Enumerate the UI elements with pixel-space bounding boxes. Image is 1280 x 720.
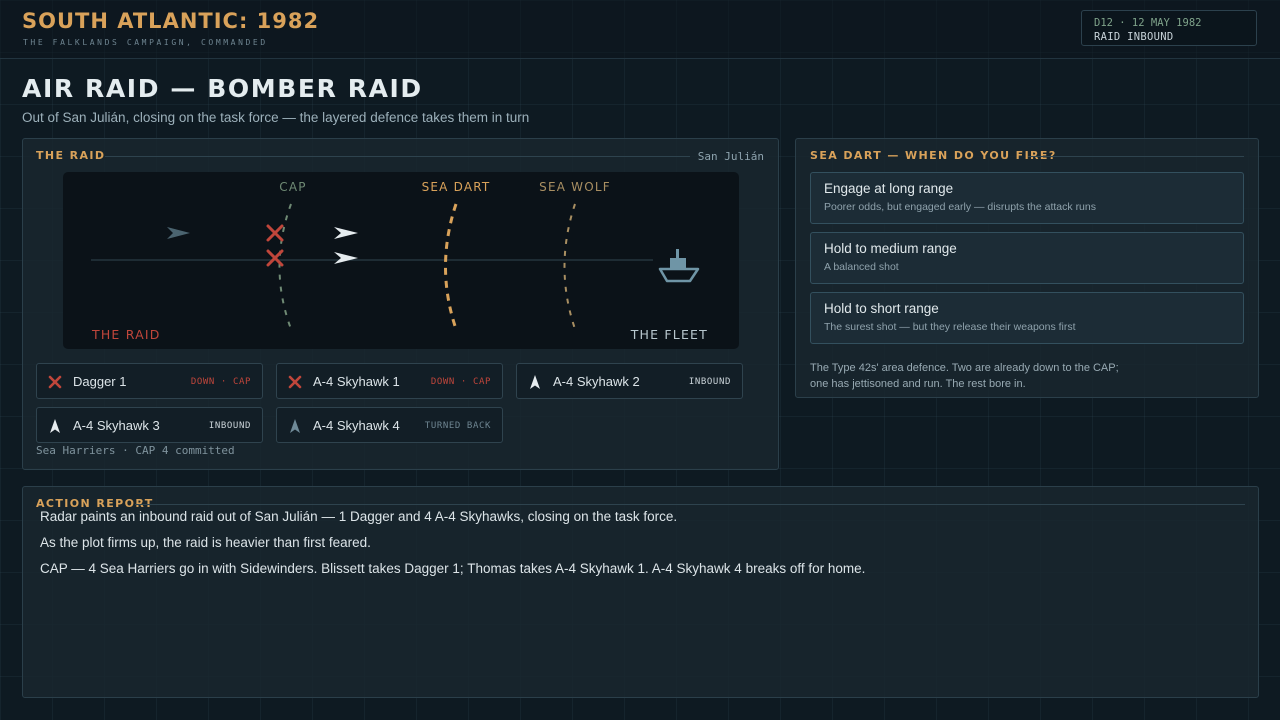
aircraft-marker-down-1 [266,224,284,242]
status-date: D12 · 12 MAY 1982 [1094,17,1202,29]
aircraft-card-skyhawk-4[interactable]: A-4 Skyhawk 4 TURNED BACK [276,407,503,443]
option-medium-range-button[interactable]: Hold to medium range A balanced shot [810,232,1244,284]
aircraft-card-skyhawk-2[interactable]: A-4 Skyhawk 2 INBOUND [516,363,743,399]
raid-panel-heading: THE RAID [36,149,106,162]
aircraft-status: DOWN · CAP [190,377,251,387]
sea-dart-note-line: one has jettisoned and run. The rest bor… [810,378,1026,390]
top-bar: SOUTH ATLANTIC: 1982 THE FALKLANDS CAMPA… [0,0,1280,59]
status-state: RAID INBOUND [1094,31,1174,43]
cap-note: Sea Harriers · CAP 4 committed [36,444,235,457]
raid-panel-rule [105,156,690,157]
aircraft-inbound-icon [50,419,60,433]
sea-wolf-arc [563,203,576,330]
option-label: Hold to medium range [824,241,957,256]
page-subtitle: Out of San Julián, closing on the task f… [22,110,530,125]
sea-dart-note-line: The Type 42s' area defence. Two are alre… [810,362,1119,374]
aircraft-name: A-4 Skyhawk 2 [553,374,640,389]
x-mark-icon [48,375,62,389]
zone-label-sea-dart: SEA DART [422,180,491,194]
raid-origin: San Julián [697,150,764,163]
aircraft-marker-down-2 [266,249,284,267]
aircraft-card-skyhawk-1[interactable]: A-4 Skyhawk 1 DOWN · CAP [276,363,503,399]
report-line: CAP — 4 Sea Harriers go in with Sidewind… [40,561,866,576]
raid-map: CAP SEA DART SEA WOLF THE RAID THE FLEET [63,172,739,349]
aircraft-card-skyhawk-3[interactable]: A-4 Skyhawk 3 INBOUND [36,407,263,443]
sea-dart-heading: SEA DART — WHEN DO YOU FIRE? [810,149,1057,162]
aircraft-inbound-icon [530,375,540,389]
aircraft-marker-inbound-1 [334,227,358,239]
aircraft-name: A-4 Skyhawk 1 [313,374,400,389]
action-report-panel: ACTION REPORT Radar paints an inbound ra… [22,486,1259,698]
option-label: Hold to short range [824,301,939,316]
aircraft-marker-turned [167,227,190,239]
aircraft-name: A-4 Skyhawk 4 [313,418,400,433]
cap-arc [278,203,292,330]
aircraft-marker-inbound-2 [334,252,358,264]
option-description: Poorer odds, but engaged early — disrupt… [824,201,1096,213]
map-label-fleet: THE FLEET [630,327,708,342]
option-description: A balanced shot [824,261,899,273]
aircraft-status: DOWN · CAP [430,377,491,387]
status-box: D12 · 12 MAY 1982 RAID INBOUND [1081,10,1257,46]
zone-label-cap: CAP [279,180,306,194]
raid-map-canvas: CAP SEA DART SEA WOLF THE RAID THE FLEET [91,180,708,342]
x-mark-icon [288,375,302,389]
option-label: Engage at long range [824,181,954,196]
action-report-rule [135,504,1245,505]
aircraft-name: Dagger 1 [73,374,127,389]
sea-dart-note: The Type 42s' area defence. Two are alre… [810,360,1210,392]
aircraft-status: INBOUND [688,377,731,387]
sea-dart-panel: SEA DART — WHEN DO YOU FIRE? Engage at l… [795,138,1259,398]
page-title: AIR RAID — BOMBER RAID [22,74,423,103]
aircraft-turned-back-icon [290,419,300,433]
option-description: The surest shot — but they release their… [824,321,1076,333]
sea-dart-arc [444,203,458,330]
game-title: SOUTH ATLANTIC: 1982 [22,9,320,33]
aircraft-status: INBOUND [208,421,251,431]
aircraft-name: A-4 Skyhawk 3 [73,418,160,433]
map-label-raid: THE RAID [91,327,161,342]
fleet-ship-icon [658,249,700,283]
aircraft-card-dagger-1[interactable]: Dagger 1 DOWN · CAP [36,363,263,399]
sea-dart-rule [1028,156,1244,157]
report-line: As the plot firms up, the raid is heavie… [40,535,371,550]
aircraft-status: TURNED BACK [424,421,491,431]
option-short-range-button[interactable]: Hold to short range The surest shot — bu… [810,292,1244,344]
raid-panel: THE RAID San Julián CAP SEA DART SEA WOL… [22,138,779,470]
game-subtitle: THE FALKLANDS CAMPAIGN, COMMANDED [23,38,268,47]
option-long-range-button[interactable]: Engage at long range Poorer odds, but en… [810,172,1244,224]
zone-label-sea-wolf: SEA WOLF [539,180,611,194]
report-line: Radar paints an inbound raid out of San … [40,509,678,524]
